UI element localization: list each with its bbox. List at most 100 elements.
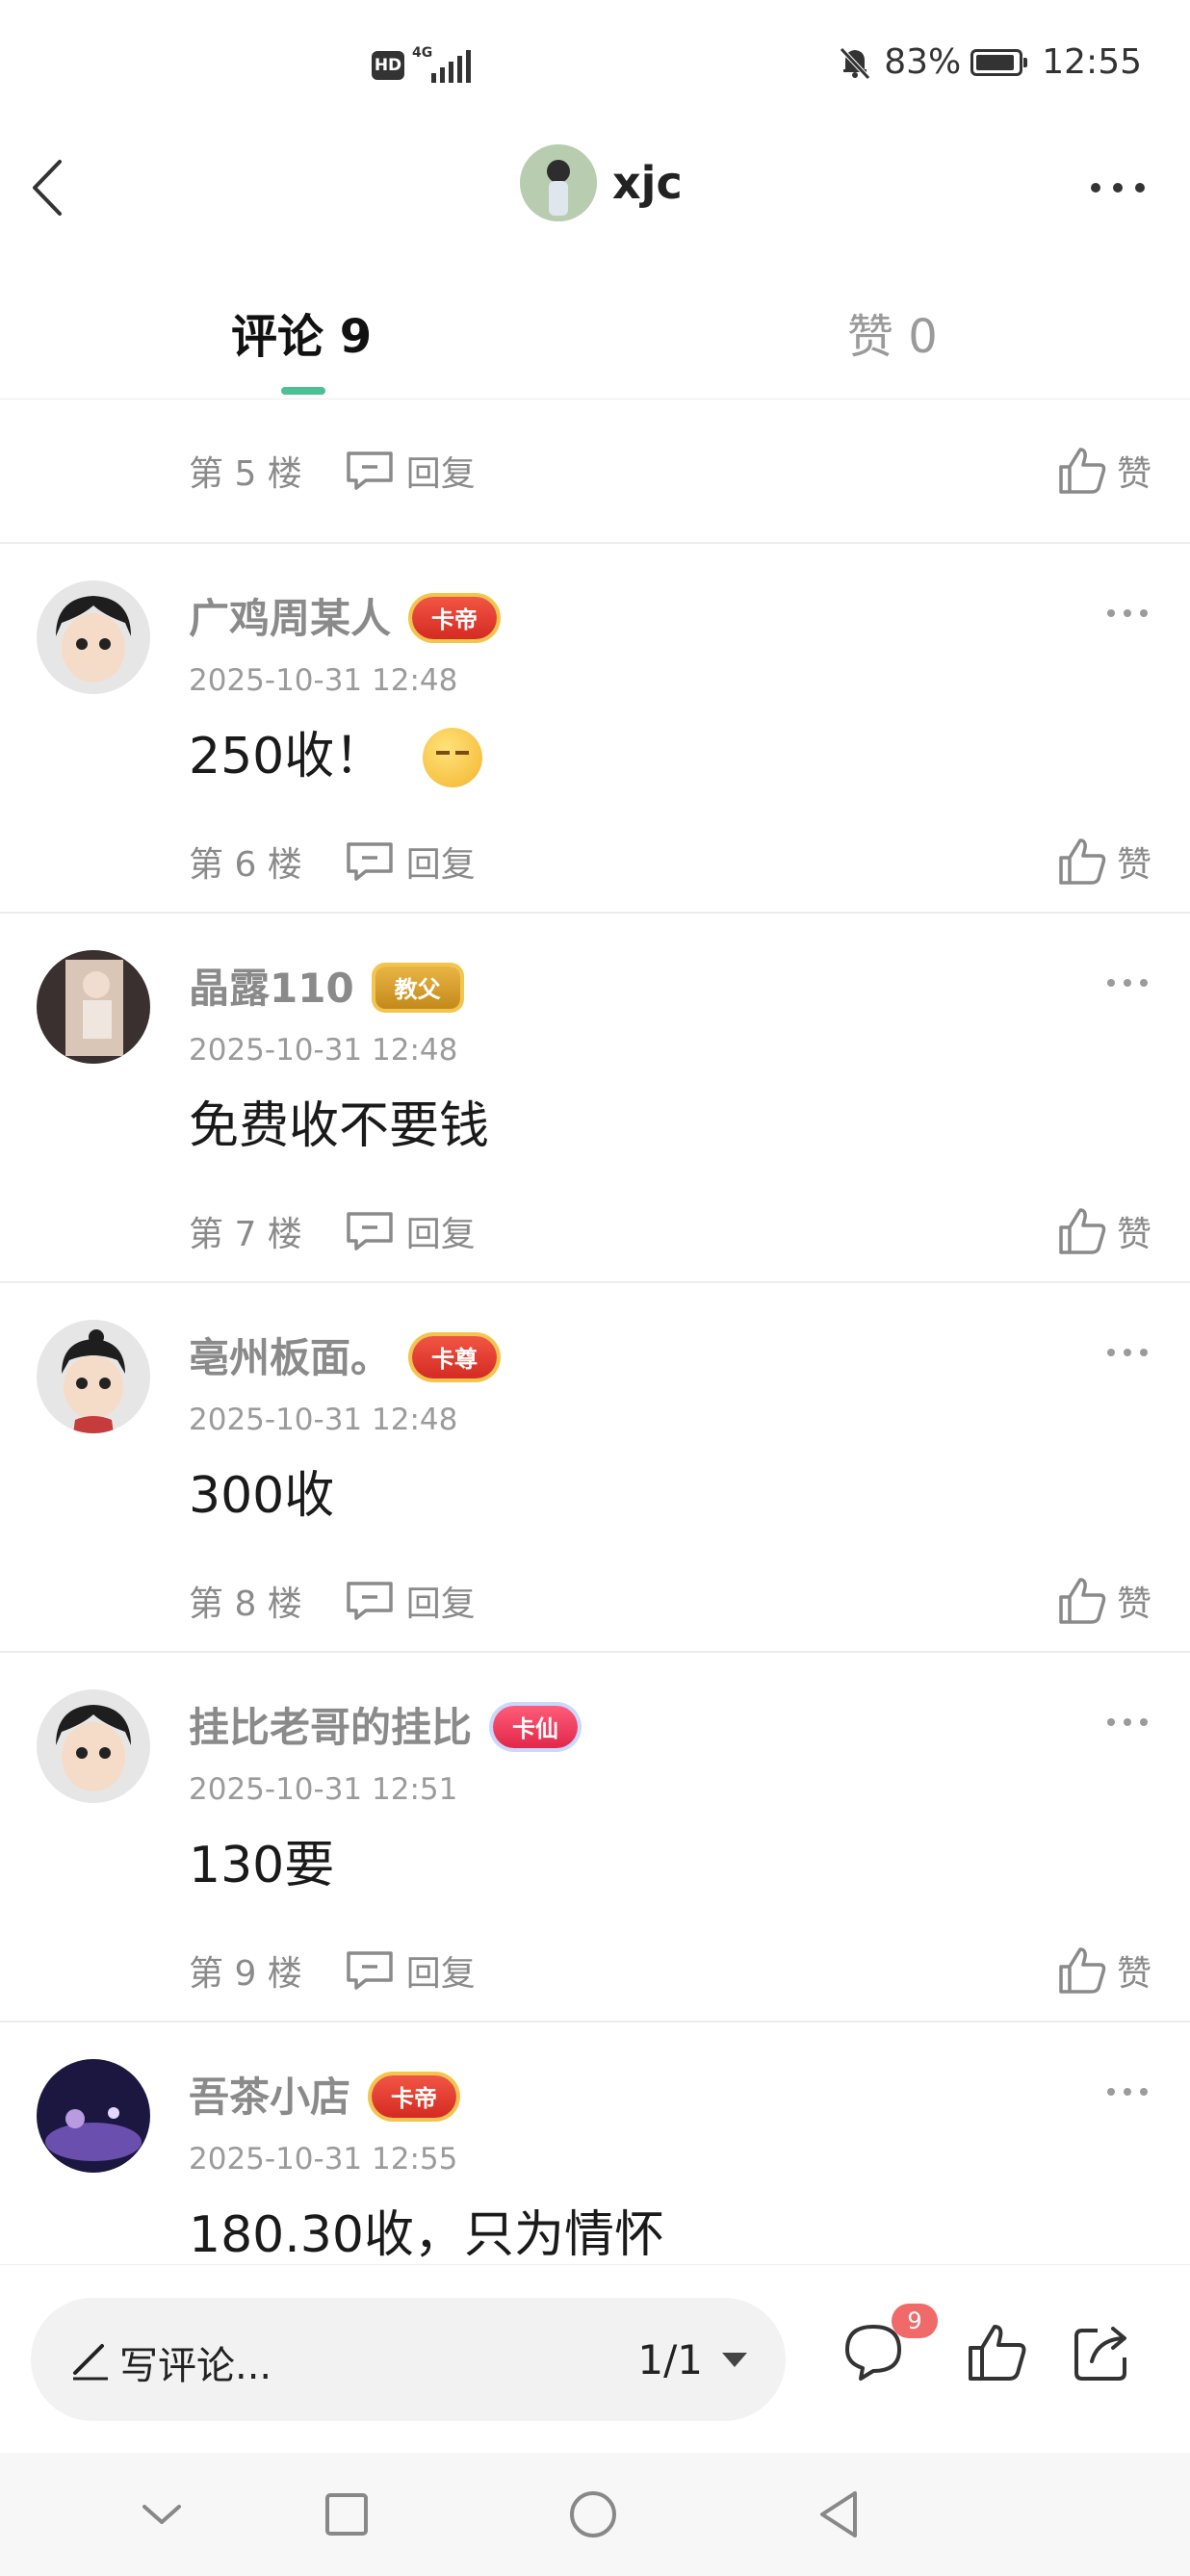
like-icon (1059, 1208, 1106, 1254)
pen-icon (73, 2344, 108, 2381)
clock: 12:55 (1042, 42, 1142, 82)
network-type: 4G (412, 45, 433, 61)
floor-number: 第 8 楼 (189, 1584, 302, 1624)
page-title: xjc (612, 157, 683, 209)
like-button[interactable]: 赞 (1057, 1204, 1151, 1258)
nav-back-icon[interactable] (813, 2487, 867, 2541)
reply-button[interactable]: 回复 (345, 837, 476, 887)
comment-text: 180.30收，只为情怀 (189, 2206, 664, 2262)
list-item: 亳州板面。 卡尊 2025-10-31 12:48 300收 第 8 楼 回复 赞 (0, 1283, 1190, 1653)
comment-text: 130要 (189, 1837, 335, 1894)
more-icon (1107, 1349, 1148, 1356)
comment-username[interactable]: 挂比老哥的挂比 卡仙 (189, 1695, 579, 1754)
more-button[interactable] (1084, 168, 1151, 207)
nav-home-icon[interactable] (566, 2487, 620, 2541)
like-button[interactable]: 赞 (1057, 1574, 1151, 1628)
tab-indicator (281, 387, 325, 395)
like-button[interactable]: 赞 (1057, 835, 1151, 889)
avatar[interactable] (37, 1689, 150, 1803)
avatar[interactable] (37, 1320, 150, 1433)
tab-likes[interactable]: 赞 0 (847, 298, 938, 366)
rank-badge: 卡仙 (493, 1705, 579, 1748)
floor-number: 第 6 楼 (189, 845, 302, 885)
list-item: 吾茶小店 卡帝 2025-10-31 12:55 180.30收，只为情怀 (0, 2022, 1190, 2262)
hd-icon: HD (372, 51, 404, 80)
like-icon[interactable] (963, 2319, 1030, 2386)
comment-text: 300收 (189, 1467, 335, 1525)
comment-date: 2025-10-31 12:48 (189, 1033, 458, 1068)
comment-username[interactable]: 晶露110 教父 (189, 956, 460, 1015)
signal-icon: 4G (412, 46, 479, 85)
comment-more-button[interactable] (1103, 1711, 1151, 1734)
reply-button[interactable]: 回复 (345, 1206, 476, 1256)
tab-bar: 评论 9 赞 0 (0, 279, 1190, 399)
more-icon (1107, 609, 1148, 617)
reply-icon (347, 842, 393, 881)
list-item: 第 5 楼 回复 赞 (0, 399, 1190, 544)
comment-more-button[interactable] (1103, 602, 1151, 625)
reply-icon (347, 451, 393, 490)
more-icon (1107, 2088, 1148, 2096)
reply-button[interactable]: 回复 (345, 446, 476, 496)
system-nav-bar (0, 2453, 1190, 2576)
comment-text: 免费收不要钱 (189, 1097, 490, 1155)
avatar[interactable] (37, 950, 150, 1064)
more-icon (1091, 183, 1145, 193)
reply-button[interactable]: 回复 (345, 1576, 476, 1626)
like-icon (1059, 1578, 1106, 1624)
back-icon (33, 160, 62, 216)
comment-count-badge: 9 (892, 2304, 938, 2338)
comment-date: 2025-10-31 12:48 (189, 1403, 458, 1437)
comment-date: 2025-10-31 12:55 (189, 2142, 458, 2177)
comment-more-button[interactable] (1103, 971, 1151, 994)
comment-input-bar: 写评论... 1/1 9 (0, 2264, 1190, 2454)
battery-percent: 83% (884, 42, 962, 82)
back-button[interactable] (23, 154, 81, 221)
reply-icon (347, 1951, 393, 1990)
reply-button[interactable]: 回复 (345, 1945, 476, 1996)
rank-badge: 教父 (375, 966, 460, 1009)
comment-date: 2025-10-31 12:48 (189, 663, 458, 698)
dropdown-icon (722, 2353, 747, 2367)
comment-username[interactable]: 吾茶小店 卡帝 (189, 2065, 457, 2124)
rank-badge: 卡尊 (412, 1335, 498, 1378)
more-icon (1107, 979, 1148, 987)
nav-hide-icon[interactable] (135, 2487, 189, 2541)
reply-icon (347, 1212, 393, 1250)
like-icon (1059, 838, 1106, 885)
reply-icon (347, 1582, 393, 1620)
rank-badge: 卡帝 (372, 2074, 457, 2118)
comment-input[interactable]: 写评论... 1/1 (31, 2298, 786, 2421)
battery-icon (970, 48, 1028, 76)
avatar[interactable] (520, 144, 597, 221)
comment-username[interactable]: 广鸡周某人 卡帝 (189, 586, 498, 645)
list-item: 广鸡周某人 卡帝 2025-10-31 12:48 250收！ 第 6 楼 回复 … (0, 544, 1190, 914)
mute-bell-icon (840, 46, 871, 80)
like-button[interactable]: 赞 (1057, 1944, 1151, 1997)
floor-number: 第 7 楼 (189, 1215, 302, 1254)
page-selector[interactable]: 1/1 (637, 2336, 747, 2383)
page-indicator: 1/1 (637, 2336, 703, 2383)
rank-badge: 卡帝 (412, 596, 498, 639)
list-item: 晶露110 教父 2025-10-31 12:48 免费收不要钱 第 7 楼 回复… (0, 914, 1190, 1283)
share-icon[interactable] (1069, 2319, 1136, 2386)
like-button[interactable]: 赞 (1057, 444, 1151, 498)
top-nav: xjc (0, 135, 1190, 241)
avatar[interactable] (37, 2059, 150, 2173)
comment-more-button[interactable] (1103, 1341, 1151, 1364)
comment-more-button[interactable] (1103, 2080, 1151, 2103)
comment-date: 2025-10-31 12:51 (189, 1772, 458, 1807)
status-bar: HD 4G 83% 12:55 (0, 0, 1190, 135)
comment-list[interactable]: 第 5 楼 回复 赞 广鸡周某人 卡帝 2025-10-31 12:48 250收… (0, 399, 1190, 2262)
like-icon (1059, 448, 1106, 494)
grimace-emoji-icon (423, 728, 483, 787)
nav-recent-icon[interactable] (320, 2487, 374, 2541)
list-item: 挂比老哥的挂比 卡仙 2025-10-31 12:51 130要 第 9 楼 回复… (0, 1653, 1190, 2022)
comment-text: 250收！ (189, 715, 483, 789)
tab-comments[interactable]: 评论 9 (231, 298, 372, 366)
comment-input-placeholder: 写评论... (119, 2344, 272, 2388)
comment-username[interactable]: 亳州板面。 卡尊 (189, 1326, 498, 1384)
floor-number: 第 9 楼 (189, 1954, 302, 1994)
user-title[interactable]: xjc (520, 144, 683, 221)
avatar[interactable] (37, 580, 150, 694)
